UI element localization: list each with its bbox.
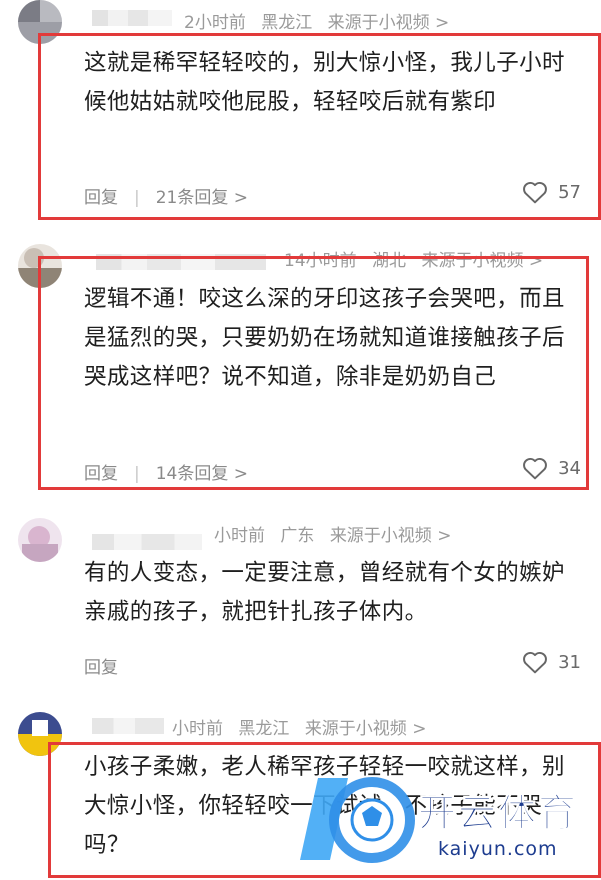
username-masked[interactable] — [92, 534, 202, 550]
comment-actions: 回复 — [84, 653, 118, 678]
comment-meta: 2小时前 黑龙江 来源于小视频 > — [184, 8, 459, 33]
comment-time: 小时前 — [172, 719, 223, 739]
watermark-domain: kaiyun.com — [438, 838, 558, 860]
like-button[interactable]: 31 — [522, 650, 581, 674]
watermark: 开云体育 kaiyun.com — [300, 760, 600, 878]
kaiyun-logo-icon — [300, 777, 415, 863]
comment-location: 广东 — [280, 526, 315, 546]
comment-time: 2小时前 — [184, 13, 246, 33]
username-masked[interactable] — [92, 718, 164, 734]
highlight-box — [38, 33, 601, 220]
comment-meta: 小时前 广东 来源于小视频 > — [214, 521, 461, 546]
source-link[interactable]: 来源于小视频 > — [305, 719, 427, 739]
username-masked[interactable] — [92, 10, 172, 26]
like-count: 31 — [558, 651, 581, 673]
comment-location: 黑龙江 — [261, 13, 313, 33]
source-link[interactable]: 来源于小视频 > — [328, 13, 450, 33]
source-link[interactable]: 来源于小视频 > — [330, 526, 452, 546]
reply-button[interactable]: 回复 — [84, 658, 118, 678]
avatar[interactable] — [18, 518, 62, 562]
comment-location: 黑龙江 — [238, 719, 290, 739]
comment-text: 有的人变态，一定要注意，曾经就有个女的嫉妒亲戚的孩子，就把针扎孩子体内。 — [84, 560, 565, 625]
comment-time: 小时前 — [214, 526, 265, 546]
comment-meta: 小时前 黑龙江 来源于小视频 > — [172, 714, 436, 739]
watermark-brand: 开云体育 — [417, 791, 579, 836]
heart-icon — [523, 651, 548, 674]
highlight-box — [38, 256, 589, 490]
